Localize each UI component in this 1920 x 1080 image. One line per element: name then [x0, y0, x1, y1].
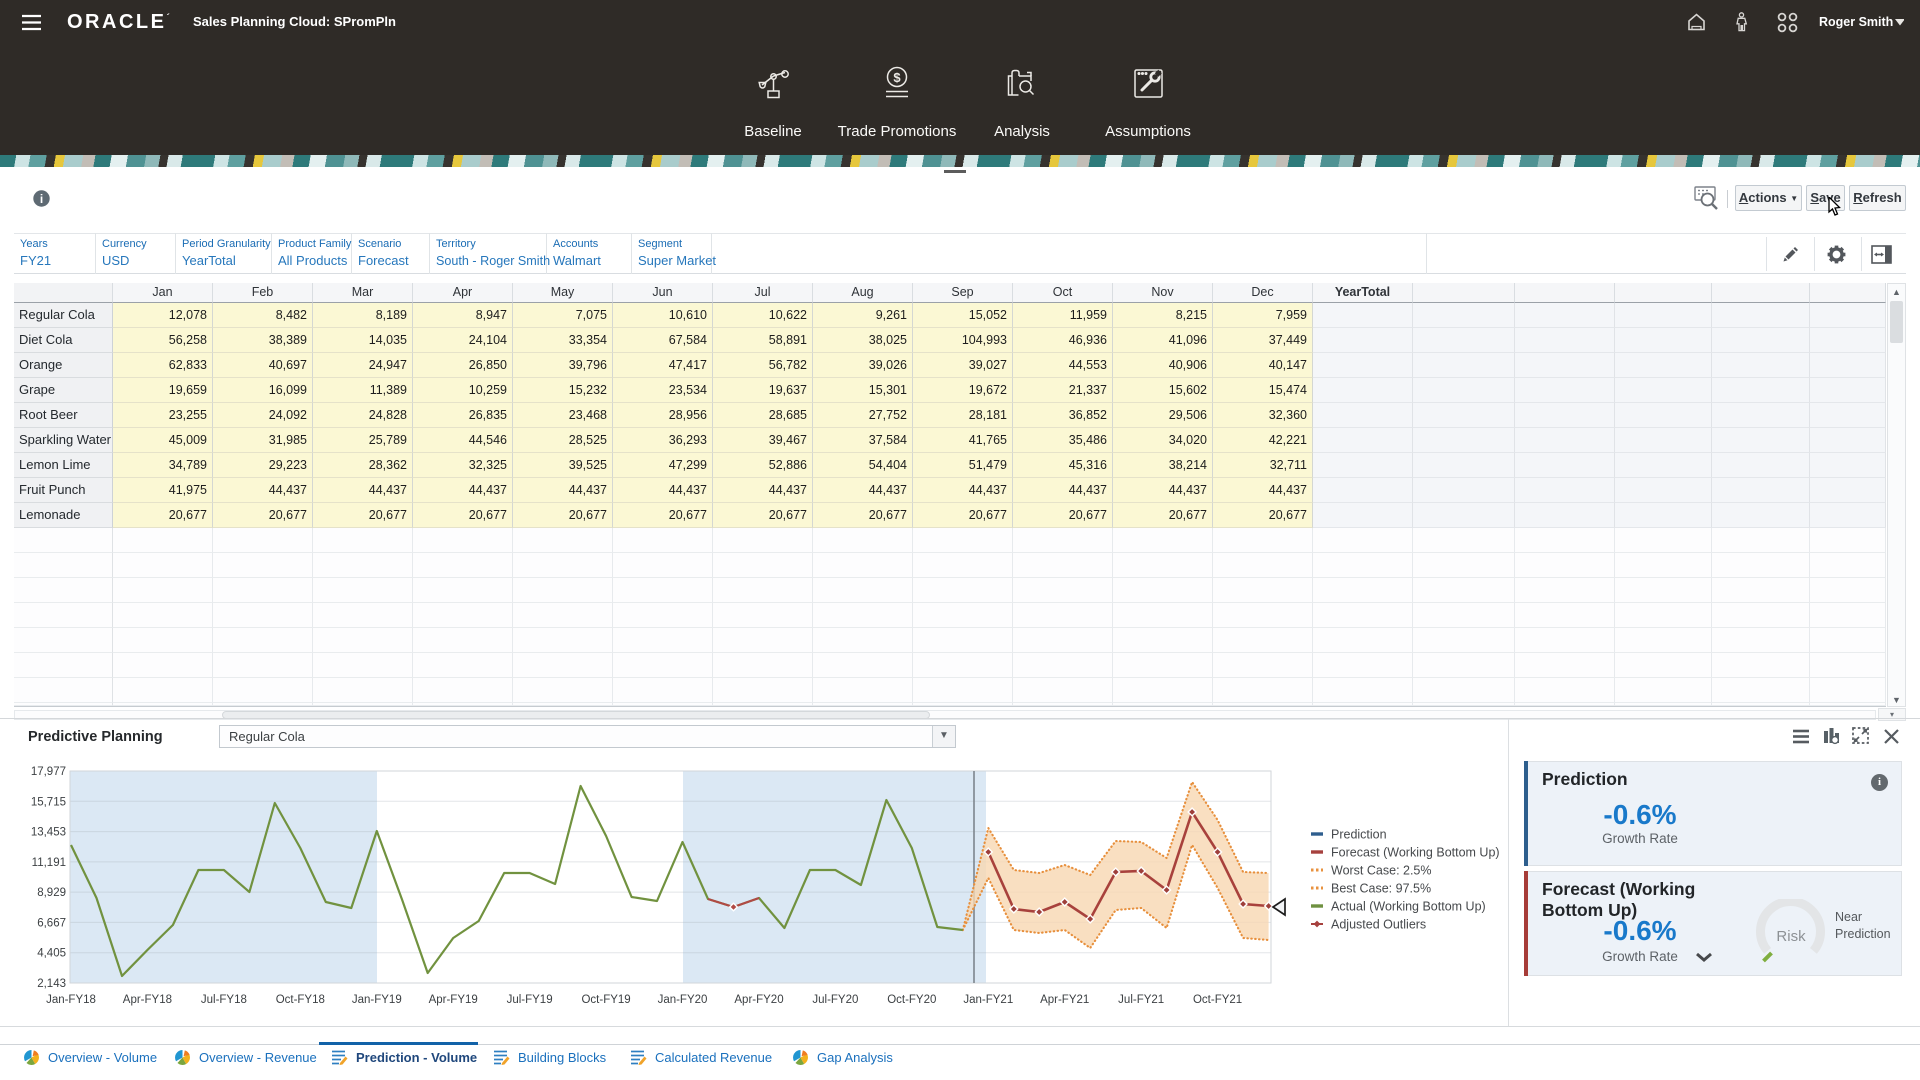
- svg-text:Oct-FY18: Oct-FY18: [276, 994, 325, 1006]
- svg-text:Jul-FY20: Jul-FY20: [812, 994, 858, 1006]
- svg-text:Risk: Risk: [1776, 928, 1806, 945]
- svg-text:Oct-FY20: Oct-FY20: [887, 994, 936, 1006]
- svg-text:Apr-FY20: Apr-FY20: [734, 994, 783, 1006]
- svg-text:Apr-FY18: Apr-FY18: [123, 994, 172, 1006]
- svg-text:Prediction: Prediction: [1331, 828, 1387, 842]
- svg-text:i: i: [40, 192, 43, 206]
- svg-text:Forecast (Working Bottom Up): Forecast (Working Bottom Up): [1331, 846, 1500, 860]
- svg-text:Worst Case: 2.5%: Worst Case: 2.5%: [1331, 864, 1432, 878]
- svg-text:11,191: 11,191: [32, 857, 66, 869]
- svg-text:Jul-FY21: Jul-FY21: [1118, 994, 1164, 1006]
- svg-text:6,667: 6,667: [37, 917, 66, 929]
- svg-text:Jan-FY21: Jan-FY21: [963, 994, 1013, 1006]
- svg-text:Apr-FY19: Apr-FY19: [429, 994, 478, 1006]
- svg-text:2,143: 2,143: [37, 978, 66, 990]
- svg-text:8,929: 8,929: [37, 887, 66, 899]
- svg-text:Adjusted Outliers: Adjusted Outliers: [1331, 918, 1426, 932]
- svg-text:Jan-FY18: Jan-FY18: [46, 994, 96, 1006]
- svg-text:Oct-FY21: Oct-FY21: [1193, 994, 1242, 1006]
- svg-text:17,977: 17,977: [31, 766, 66, 778]
- svg-text:Jul-FY18: Jul-FY18: [201, 994, 247, 1006]
- svg-text:Apr-FY21: Apr-FY21: [1040, 994, 1089, 1006]
- svg-text:4,405: 4,405: [37, 948, 66, 960]
- svg-text:Jan-FY19: Jan-FY19: [352, 994, 402, 1006]
- svg-text:Jan-FY20: Jan-FY20: [658, 994, 708, 1006]
- svg-text:15,715: 15,715: [31, 796, 66, 808]
- svg-text:$: $: [893, 70, 901, 85]
- svg-text:Oct-FY19: Oct-FY19: [581, 994, 630, 1006]
- svg-text:Jul-FY19: Jul-FY19: [507, 994, 553, 1006]
- svg-text:Best Case: 97.5%: Best Case: 97.5%: [1331, 882, 1431, 896]
- svg-text:Actual (Working Bottom Up): Actual (Working Bottom Up): [1331, 900, 1486, 914]
- svg-text:13,453: 13,453: [31, 827, 66, 839]
